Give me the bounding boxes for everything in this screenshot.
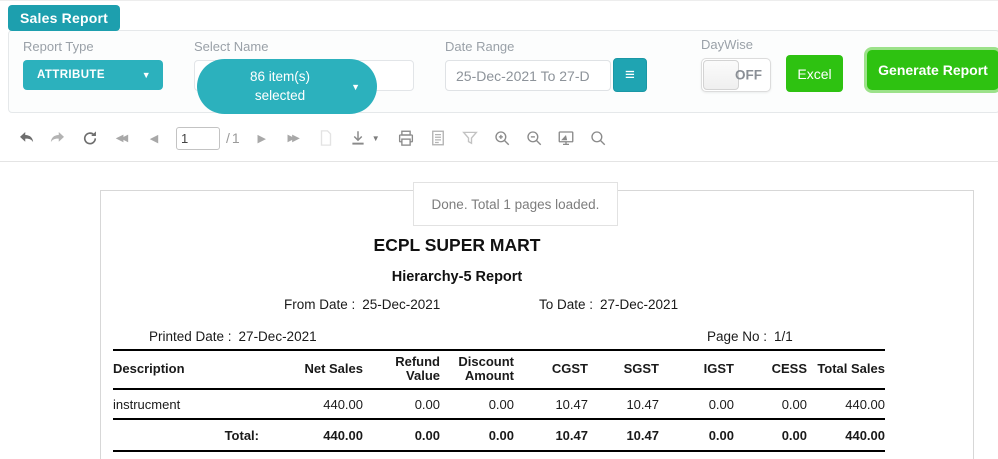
cell-cgst: 10.47 bbox=[514, 389, 588, 419]
report-type-label: Report Type bbox=[23, 39, 163, 54]
printed-date-label: Printed Date : bbox=[149, 329, 232, 344]
report-table: Description Net Sales Refund Value Disco… bbox=[113, 349, 885, 452]
document-icon[interactable] bbox=[428, 128, 448, 148]
company-name: ECPL SUPER MART bbox=[101, 235, 813, 256]
report-type-value: ATTRIBUTE bbox=[37, 69, 105, 81]
status-message: Done. Total 1 pages loaded. bbox=[432, 197, 600, 212]
first-page-icon[interactable]: ◀◀ bbox=[112, 128, 132, 148]
selected-count-line2: selected bbox=[255, 88, 305, 103]
excel-button[interactable]: Excel bbox=[786, 55, 843, 92]
total-total-sales: 440.00 bbox=[807, 419, 885, 451]
from-date: From Date : 25-Dec-2021 bbox=[284, 297, 440, 312]
page-no: Page No : 1/1 bbox=[707, 329, 793, 344]
table-header-row: Description Net Sales Refund Value Disco… bbox=[113, 350, 885, 389]
filter-icon[interactable] bbox=[460, 128, 480, 148]
total-sgst: 10.47 bbox=[588, 419, 659, 451]
select-name-group: Select Name 86 item(s) selected ▼ bbox=[194, 39, 414, 91]
daywise-group: DayWise OFF bbox=[701, 37, 771, 92]
cell-net-sales: 440.00 bbox=[278, 389, 363, 419]
date-range-input[interactable] bbox=[445, 60, 611, 91]
total-net-sales: 440.00 bbox=[278, 419, 363, 451]
zoom-in-icon[interactable] bbox=[492, 128, 512, 148]
total-label: Total: bbox=[113, 419, 278, 451]
printed-date: Printed Date : 27-Dec-2021 bbox=[149, 329, 317, 344]
menu-icon: ≡ bbox=[625, 65, 635, 84]
report-type-dropdown[interactable]: ATTRIBUTE ▼ bbox=[23, 60, 163, 90]
page-count-label: /1 bbox=[226, 130, 242, 146]
zoom-out-icon[interactable] bbox=[524, 128, 544, 148]
from-date-label: From Date : bbox=[284, 297, 355, 312]
download-icon[interactable] bbox=[348, 128, 368, 148]
select-name-dropdown[interactable]: 86 item(s) selected ▼ bbox=[197, 59, 377, 114]
cell-sgst: 10.47 bbox=[588, 389, 659, 419]
refresh-icon[interactable] bbox=[80, 128, 100, 148]
to-date-value: 27-Dec-2021 bbox=[600, 297, 678, 312]
cell-refund-value: 0.00 bbox=[363, 389, 440, 419]
col-net-sales: Net Sales bbox=[278, 350, 363, 389]
col-description: Description bbox=[113, 350, 278, 389]
blank-page-icon[interactable] bbox=[316, 128, 336, 148]
toggle-knob bbox=[703, 60, 739, 90]
pdf-toolbar: ◀◀ ◀ /1 ▶ ▶▶ ▼ bbox=[0, 115, 998, 162]
chevron-down-icon: ▼ bbox=[351, 80, 360, 92]
date-range-menu-button[interactable]: ≡ bbox=[613, 58, 647, 92]
selected-count-line1: 86 item(s) bbox=[250, 69, 310, 84]
table-row: instrucment 440.00 0.00 0.00 10.47 10.47… bbox=[113, 389, 885, 419]
date-range-group: Date Range ≡ bbox=[445, 39, 647, 92]
col-cess: CESS bbox=[734, 350, 807, 389]
undo-icon[interactable] bbox=[16, 128, 36, 148]
printed-date-value: 27-Dec-2021 bbox=[239, 329, 317, 344]
total-igst: 0.00 bbox=[659, 419, 734, 451]
total-cgst: 10.47 bbox=[514, 419, 588, 451]
report-title: Hierarchy-5 Report bbox=[101, 269, 813, 285]
filter-panel: Report Type ATTRIBUTE ▼ Select Name 86 i… bbox=[8, 30, 998, 113]
prev-page-icon[interactable]: ◀ bbox=[144, 128, 164, 148]
to-date-label: To Date : bbox=[539, 297, 593, 312]
cell-description: instrucment bbox=[113, 389, 278, 419]
page-no-value: 1/1 bbox=[774, 329, 793, 344]
select-name-label: Select Name bbox=[194, 39, 414, 54]
total-refund-value: 0.00 bbox=[363, 419, 440, 451]
generate-report-button[interactable]: Generate Report bbox=[867, 50, 998, 90]
pdf-viewer: ECPL SUPER MART Hierarchy-5 Report From … bbox=[0, 162, 998, 459]
cell-discount-amount: 0.00 bbox=[440, 389, 514, 419]
tab-sales-report[interactable]: Sales Report bbox=[8, 5, 120, 31]
table-total-row: Total: 440.00 0.00 0.00 10.47 10.47 0.00… bbox=[113, 419, 885, 451]
col-total-sales: Total Sales bbox=[807, 350, 885, 389]
cell-igst: 0.00 bbox=[659, 389, 734, 419]
date-range-label: Date Range bbox=[445, 39, 647, 54]
report-page: ECPL SUPER MART Hierarchy-5 Report From … bbox=[100, 190, 974, 459]
print-icon[interactable] bbox=[396, 128, 416, 148]
next-page-icon[interactable]: ▶ bbox=[252, 128, 272, 148]
report-type-group: Report Type ATTRIBUTE ▼ bbox=[23, 39, 163, 90]
page-no-label: Page No : bbox=[707, 329, 767, 344]
download-options-icon[interactable]: ▼ bbox=[370, 128, 382, 148]
chevron-down-icon: ▼ bbox=[142, 70, 151, 80]
col-cgst: CGST bbox=[514, 350, 588, 389]
redo-icon[interactable] bbox=[48, 128, 68, 148]
page-number-input[interactable] bbox=[176, 127, 220, 150]
daywise-label: DayWise bbox=[701, 37, 771, 52]
cell-total-sales: 440.00 bbox=[807, 389, 885, 419]
total-discount-amount: 0.00 bbox=[440, 419, 514, 451]
cell-cess: 0.00 bbox=[734, 389, 807, 419]
toggle-state-label: OFF bbox=[735, 68, 762, 83]
search-icon[interactable] bbox=[588, 128, 608, 148]
col-refund-value: Refund Value bbox=[363, 350, 440, 389]
col-discount-amount: Discount Amount bbox=[440, 350, 514, 389]
col-sgst: SGST bbox=[588, 350, 659, 389]
col-igst: IGST bbox=[659, 350, 734, 389]
daywise-toggle[interactable]: OFF bbox=[701, 58, 771, 92]
last-page-icon[interactable]: ▶▶ bbox=[284, 128, 304, 148]
from-date-value: 25-Dec-2021 bbox=[362, 297, 440, 312]
total-cess: 0.00 bbox=[734, 419, 807, 451]
to-date: To Date : 27-Dec-2021 bbox=[539, 297, 678, 312]
top-divider bbox=[0, 0, 998, 1]
fit-screen-icon[interactable] bbox=[556, 128, 576, 148]
status-toast: Done. Total 1 pages loaded. bbox=[413, 182, 618, 226]
